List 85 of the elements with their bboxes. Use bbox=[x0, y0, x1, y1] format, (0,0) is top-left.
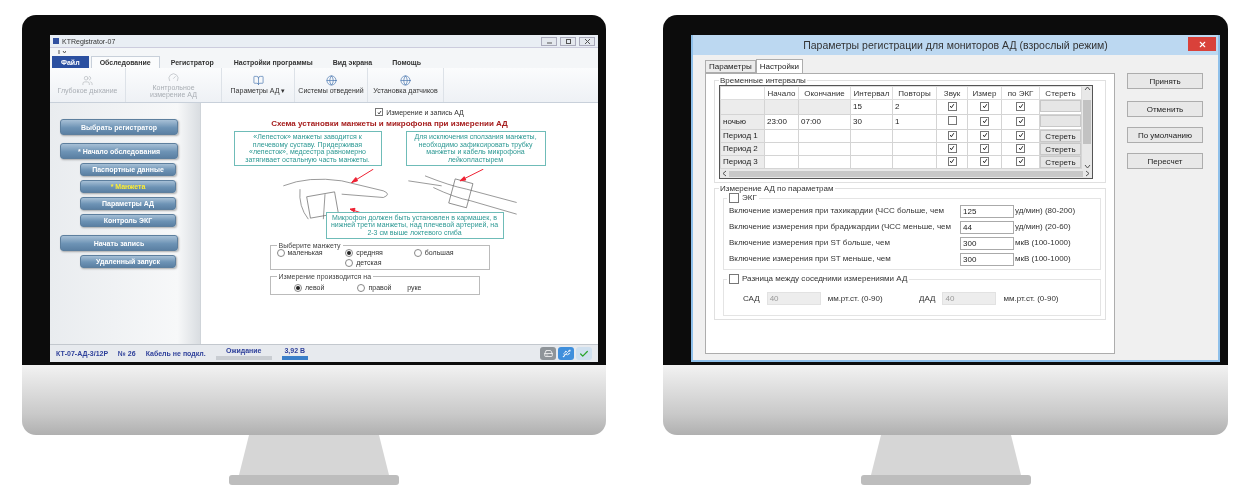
scrollbar-thumb[interactable] bbox=[729, 170, 1083, 177]
checkbox[interactable] bbox=[980, 143, 989, 153]
close-button[interactable] bbox=[579, 36, 595, 46]
quick-access-icon[interactable] bbox=[58, 49, 66, 55]
dialog-button[interactable]: Отменить bbox=[1127, 101, 1203, 117]
unit-label: мкВ (100-1000) bbox=[1015, 238, 1072, 248]
usb-button[interactable] bbox=[558, 347, 574, 360]
checkbox[interactable] bbox=[947, 143, 957, 153]
unit-label: мм.рт.ст. (0-90) bbox=[1003, 293, 1059, 304]
book-icon bbox=[252, 75, 264, 87]
radio-button[interactable] bbox=[276, 248, 285, 257]
checkbox[interactable] bbox=[1016, 116, 1025, 126]
drive-icon bbox=[543, 349, 553, 358]
arrow-right-icon bbox=[1085, 170, 1090, 177]
close-button[interactable] bbox=[1188, 37, 1216, 51]
scrollbar-thumb[interactable] bbox=[1083, 99, 1091, 144]
input-field[interactable]: 300 bbox=[960, 236, 1014, 250]
dialog-button[interactable]: По умолчанию bbox=[1127, 127, 1203, 143]
checkbox[interactable] bbox=[947, 116, 957, 125]
close-icon bbox=[1197, 39, 1207, 49]
checkbox[interactable] bbox=[375, 108, 384, 116]
checkbox-label: ЭКГ bbox=[742, 193, 757, 203]
column-header: Повторы bbox=[892, 86, 937, 100]
field-label: Включение измерения при ST больше, чем bbox=[729, 238, 891, 248]
checkbox[interactable] bbox=[729, 193, 739, 203]
checkbox[interactable] bbox=[980, 116, 989, 126]
input-field[interactable]: 125 bbox=[960, 204, 1014, 218]
radio-button[interactable] bbox=[413, 248, 422, 257]
globe-icon bbox=[400, 75, 411, 87]
unit-label: мкВ (100-1000) bbox=[1015, 254, 1072, 264]
diagram-heading: Схема установки манжеты и микрофона при измерении АД bbox=[271, 119, 508, 128]
radio-button[interactable] bbox=[357, 283, 366, 292]
column-header: по ЭКГ bbox=[1001, 86, 1040, 100]
column-header: Окончание bbox=[798, 86, 851, 100]
gauge-icon bbox=[168, 71, 179, 83]
usb-icon bbox=[561, 349, 571, 358]
horizontal-scrollbar[interactable] bbox=[720, 169, 1092, 178]
column-header: Звук bbox=[936, 86, 968, 100]
checkbox-label: Разница между соседними измерениями АД bbox=[742, 274, 908, 284]
erase-button[interactable]: Стереть bbox=[1040, 143, 1081, 155]
vertical-scrollbar[interactable] bbox=[1082, 86, 1092, 169]
check-button[interactable] bbox=[576, 347, 592, 360]
checkbox[interactable] bbox=[1016, 143, 1025, 153]
tab[interactable]: Параметры bbox=[705, 60, 756, 73]
checkbox[interactable] bbox=[1016, 130, 1025, 140]
radio-button[interactable] bbox=[345, 248, 354, 257]
people-icon bbox=[82, 75, 93, 87]
checkbox[interactable] bbox=[947, 156, 957, 166]
window-title: Параметры регистрации для мониторов АД (взрослый режим) bbox=[803, 39, 1108, 51]
field-label: Включение измерения при тахикардии (ЧСС больше, чем bbox=[729, 206, 946, 216]
column-header: Измер bbox=[967, 86, 1002, 100]
unit-label: мм.рт.ст. (0-90) bbox=[827, 293, 883, 304]
check-icon bbox=[579, 348, 589, 359]
dialog-button[interactable]: Пересчет bbox=[1127, 153, 1203, 169]
group-title: Измерение АД по параметрам bbox=[719, 184, 835, 193]
input-field[interactable]: 300 bbox=[960, 252, 1014, 266]
globe-icon bbox=[325, 75, 337, 87]
checkbox[interactable] bbox=[980, 130, 989, 140]
checkbox[interactable] bbox=[947, 130, 957, 140]
maximize-button[interactable] bbox=[560, 36, 576, 46]
checkbox[interactable] bbox=[980, 156, 989, 166]
erase-button[interactable]: Стереть bbox=[1040, 156, 1081, 168]
field-label: ДАД bbox=[919, 293, 936, 304]
radio-button[interactable] bbox=[293, 283, 302, 292]
column-header: Интервал bbox=[850, 86, 893, 100]
tab[interactable]: Настройки bbox=[755, 59, 803, 73]
dialog-button[interactable]: Принять bbox=[1127, 73, 1203, 89]
input-field[interactable]: 44 bbox=[960, 220, 1014, 234]
erase-button[interactable]: Стереть bbox=[1040, 130, 1081, 142]
radio-button[interactable] bbox=[345, 258, 354, 267]
checkbox[interactable] bbox=[1016, 156, 1025, 166]
unit-label: уд/мин) (80-200) bbox=[1015, 206, 1077, 216]
field-label: Включение измерения при брадикардии (ЧСС меньше, чем bbox=[729, 222, 953, 232]
close-icon bbox=[584, 38, 590, 44]
arrow-left-icon bbox=[722, 170, 727, 177]
field-label: САД bbox=[743, 293, 760, 304]
field-label: Включение измерения при ST меньше, чем bbox=[729, 254, 892, 264]
group-title: Временные интервалы bbox=[719, 76, 807, 85]
maximize-icon bbox=[565, 38, 571, 44]
column-header: Стереть bbox=[1039, 86, 1082, 100]
checkbox[interactable] bbox=[729, 274, 739, 284]
app-logo-icon bbox=[53, 38, 59, 44]
unit-label: уд/мин) (20-60) bbox=[1015, 222, 1072, 232]
arrow-down-icon bbox=[1083, 164, 1091, 169]
column-header: Начало bbox=[764, 86, 799, 100]
